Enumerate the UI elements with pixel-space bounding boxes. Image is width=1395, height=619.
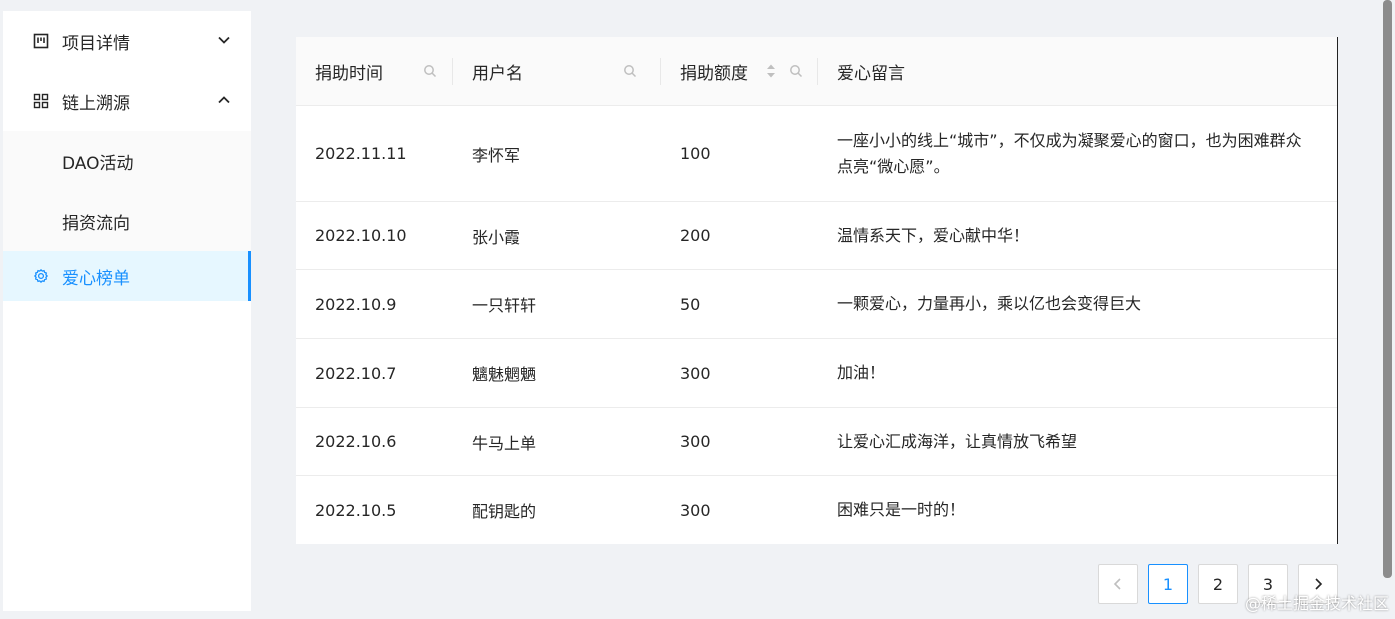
cell-user: 一只轩轩 [472, 296, 537, 315]
menu-item-label: DAO活动 [62, 153, 134, 174]
watermark: @稀土掘金技术社区 [1244, 594, 1389, 613]
menu-item-fund-flow[interactable]: 捐资流向 [3, 191, 251, 251]
page-button-1[interactable]: 1 [1148, 564, 1188, 604]
table-row: 2022.10.10 张小霞 200 温情系天下，爱心献中华！ [296, 202, 1337, 270]
column-header-date: 捐助时间 [296, 37, 453, 106]
cell-date: 2022.11.11 [315, 144, 407, 163]
sort-icon[interactable] [766, 63, 776, 79]
chevron-right-icon [1315, 578, 1323, 590]
column-header-label: 捐助时间 [315, 64, 383, 84]
cell-amount: 200 [680, 226, 711, 245]
appstore-icon [33, 93, 49, 109]
cell-date: 2022.10.6 [315, 432, 397, 451]
cell-date: 2022.10.10 [315, 226, 407, 245]
cell-amount: 300 [680, 363, 711, 383]
table-row: 2022.10.6 牛马上单 300 让爱心汇成海洋，让真情放飞希望 [296, 408, 1337, 476]
cell-message: 让爱心汇成海洋，让真情放飞希望 [837, 431, 1078, 451]
column-header-label: 用户名 [472, 64, 523, 84]
menu-item-chain-trace[interactable]: 链上溯源 [3, 71, 251, 131]
column-header-user: 用户名 [453, 37, 661, 106]
search-icon[interactable] [423, 64, 437, 78]
cell-message: 困难只是一时的！ [837, 500, 966, 519]
cell-user: 李怀军 [472, 145, 521, 165]
table-row: 2022.11.11 李怀军 100 一座小小的线上“城市”，不仅成为凝聚爱心的… [296, 106, 1337, 202]
table-row: 2022.10.9 一只轩轩 50 一颗爱心，力量再小，乘以亿也会变得巨大 [296, 270, 1337, 339]
menu-item-label: 捐资流向 [62, 213, 130, 234]
cell-date: 2022.10.9 [315, 294, 397, 314]
chevron-left-icon [1113, 578, 1121, 590]
table-row: 2022.10.7 魑魅魍魉 300 加油！ [296, 339, 1337, 408]
menu-item-label: 爱心榜单 [62, 268, 130, 289]
menu-item-project-details[interactable]: 项目详情 [3, 11, 251, 71]
table-header: 捐助时间 用户名 捐助额度 爱心留言 [296, 37, 1337, 106]
chevron-down-icon [218, 36, 230, 44]
cell-user: 魑魅魍魉 [472, 365, 537, 384]
column-header-amount: 捐助额度 [661, 37, 818, 106]
cell-message: 加油！ [837, 363, 886, 382]
vertical-scrollbar[interactable] [1383, 0, 1392, 578]
cell-date: 2022.10.5 [315, 500, 397, 520]
sidebar: 项目详情 链上溯源 DAO活动 捐资流向 爱心榜单 [3, 11, 251, 611]
cell-user: 配钥匙的 [472, 502, 537, 521]
column-header-label: 捐助额度 [680, 64, 748, 84]
search-icon[interactable] [623, 64, 637, 78]
menu-item-label: 项目详情 [62, 33, 130, 54]
cell-amount: 50 [680, 294, 701, 314]
menu-item-label: 链上溯源 [62, 93, 130, 114]
menu-item-charity-ranking[interactable]: 爱心榜单 [3, 251, 251, 301]
donation-table: 捐助时间 用户名 捐助额度 爱心留言 2022.11.11 李怀军 100 一座… [296, 37, 1338, 544]
cell-user: 牛马上单 [472, 433, 537, 453]
cell-date: 2022.10.7 [315, 363, 397, 383]
search-icon[interactable] [789, 64, 803, 78]
cell-message: 温情系天下，爱心献中华！ [837, 225, 1030, 245]
cell-amount: 300 [680, 432, 711, 451]
table-row: 2022.10.5 配钥匙的 300 困难只是一时的！ [296, 476, 1337, 544]
chevron-up-icon [218, 96, 230, 104]
project-icon [33, 33, 49, 49]
cell-amount: 300 [680, 500, 711, 520]
cell-amount: 100 [680, 144, 711, 163]
column-header-message: 爱心留言 [818, 37, 1337, 106]
page-button-2[interactable]: 2 [1198, 564, 1238, 604]
prev-page-button[interactable] [1098, 564, 1138, 604]
setting-icon [34, 269, 48, 283]
submenu-chain-trace: DAO活动 捐资流向 [3, 131, 251, 251]
menu-item-dao-activity[interactable]: DAO活动 [3, 131, 251, 191]
cell-message: 一颗爱心，力量再小，乘以亿也会变得巨大 [837, 294, 1142, 313]
cell-user: 张小霞 [472, 227, 521, 247]
cell-message: 一座小小的线上“城市”，不仅成为凝聚爱心的窗口，也为困难群众点亮“微心愿”。 [837, 130, 1302, 176]
column-header-label: 爱心留言 [837, 64, 905, 84]
